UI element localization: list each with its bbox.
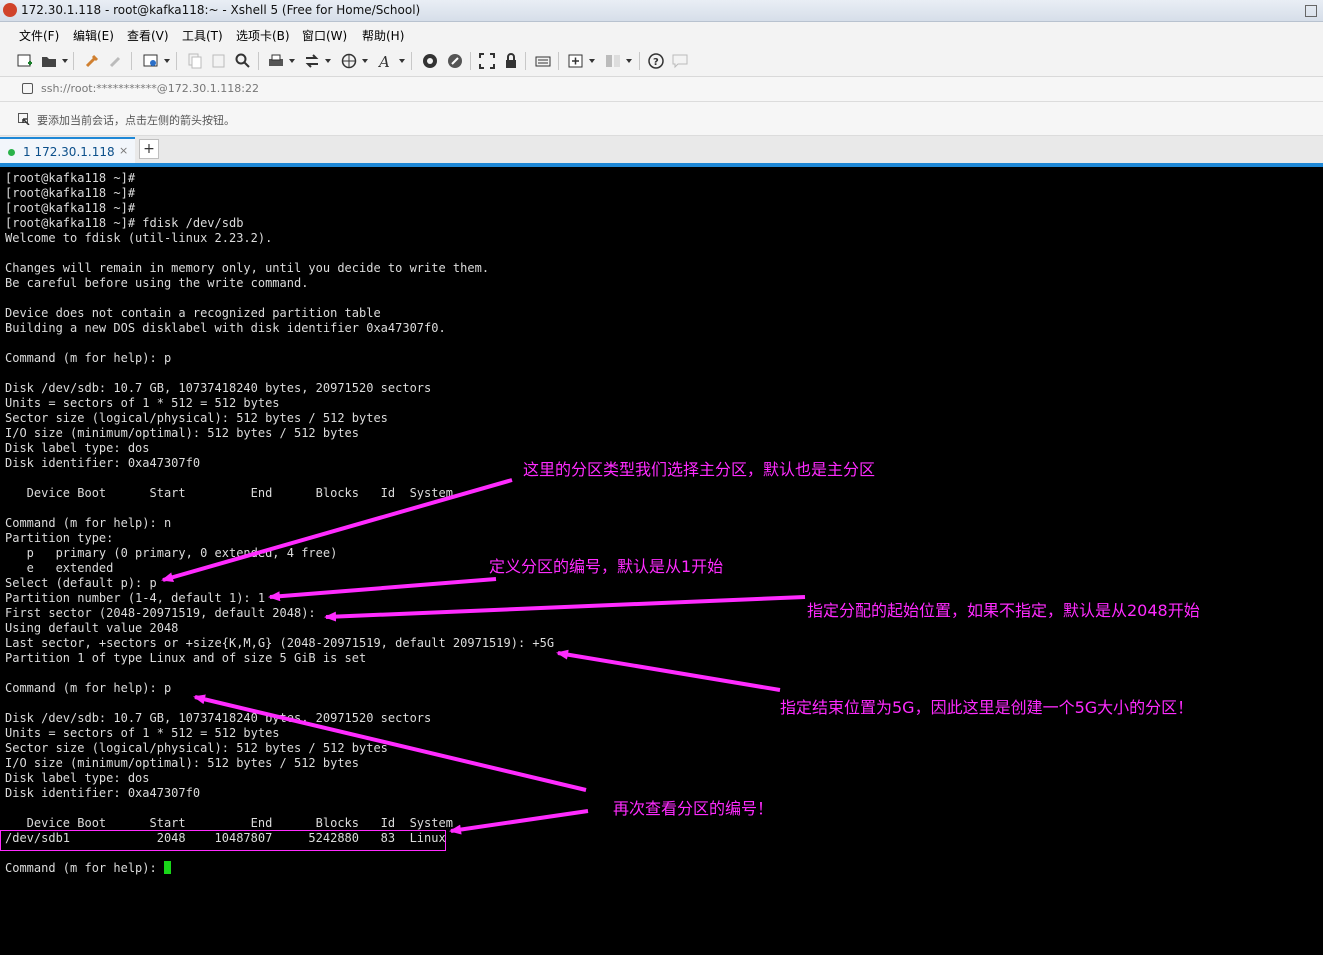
annotation-view-partitions: 再次查看分区的编号！ bbox=[613, 799, 774, 818]
annotation-partition-number: 定义分区的编号，默认是从1开始 bbox=[489, 557, 724, 576]
arrow-to-sdb1-row bbox=[449, 809, 589, 835]
annotation-last-sector: 指定结束位置为5G，因此这里是创建一个5G大小的分区！ bbox=[780, 698, 1194, 717]
arrow-to-select-line bbox=[161, 478, 513, 583]
arrow-to-last-sector bbox=[556, 649, 781, 692]
annotation-first-sector: 指定分配的起始位置，如果不指定，默认是从2048开始 bbox=[807, 601, 1200, 620]
annotation-partition-type: 这里的分区类型我们选择主分区，默认也是主分区 bbox=[523, 460, 876, 479]
arrow-to-partition-number bbox=[268, 577, 497, 602]
arrow-to-second-print bbox=[193, 694, 587, 792]
arrow-to-first-sector bbox=[324, 595, 806, 622]
